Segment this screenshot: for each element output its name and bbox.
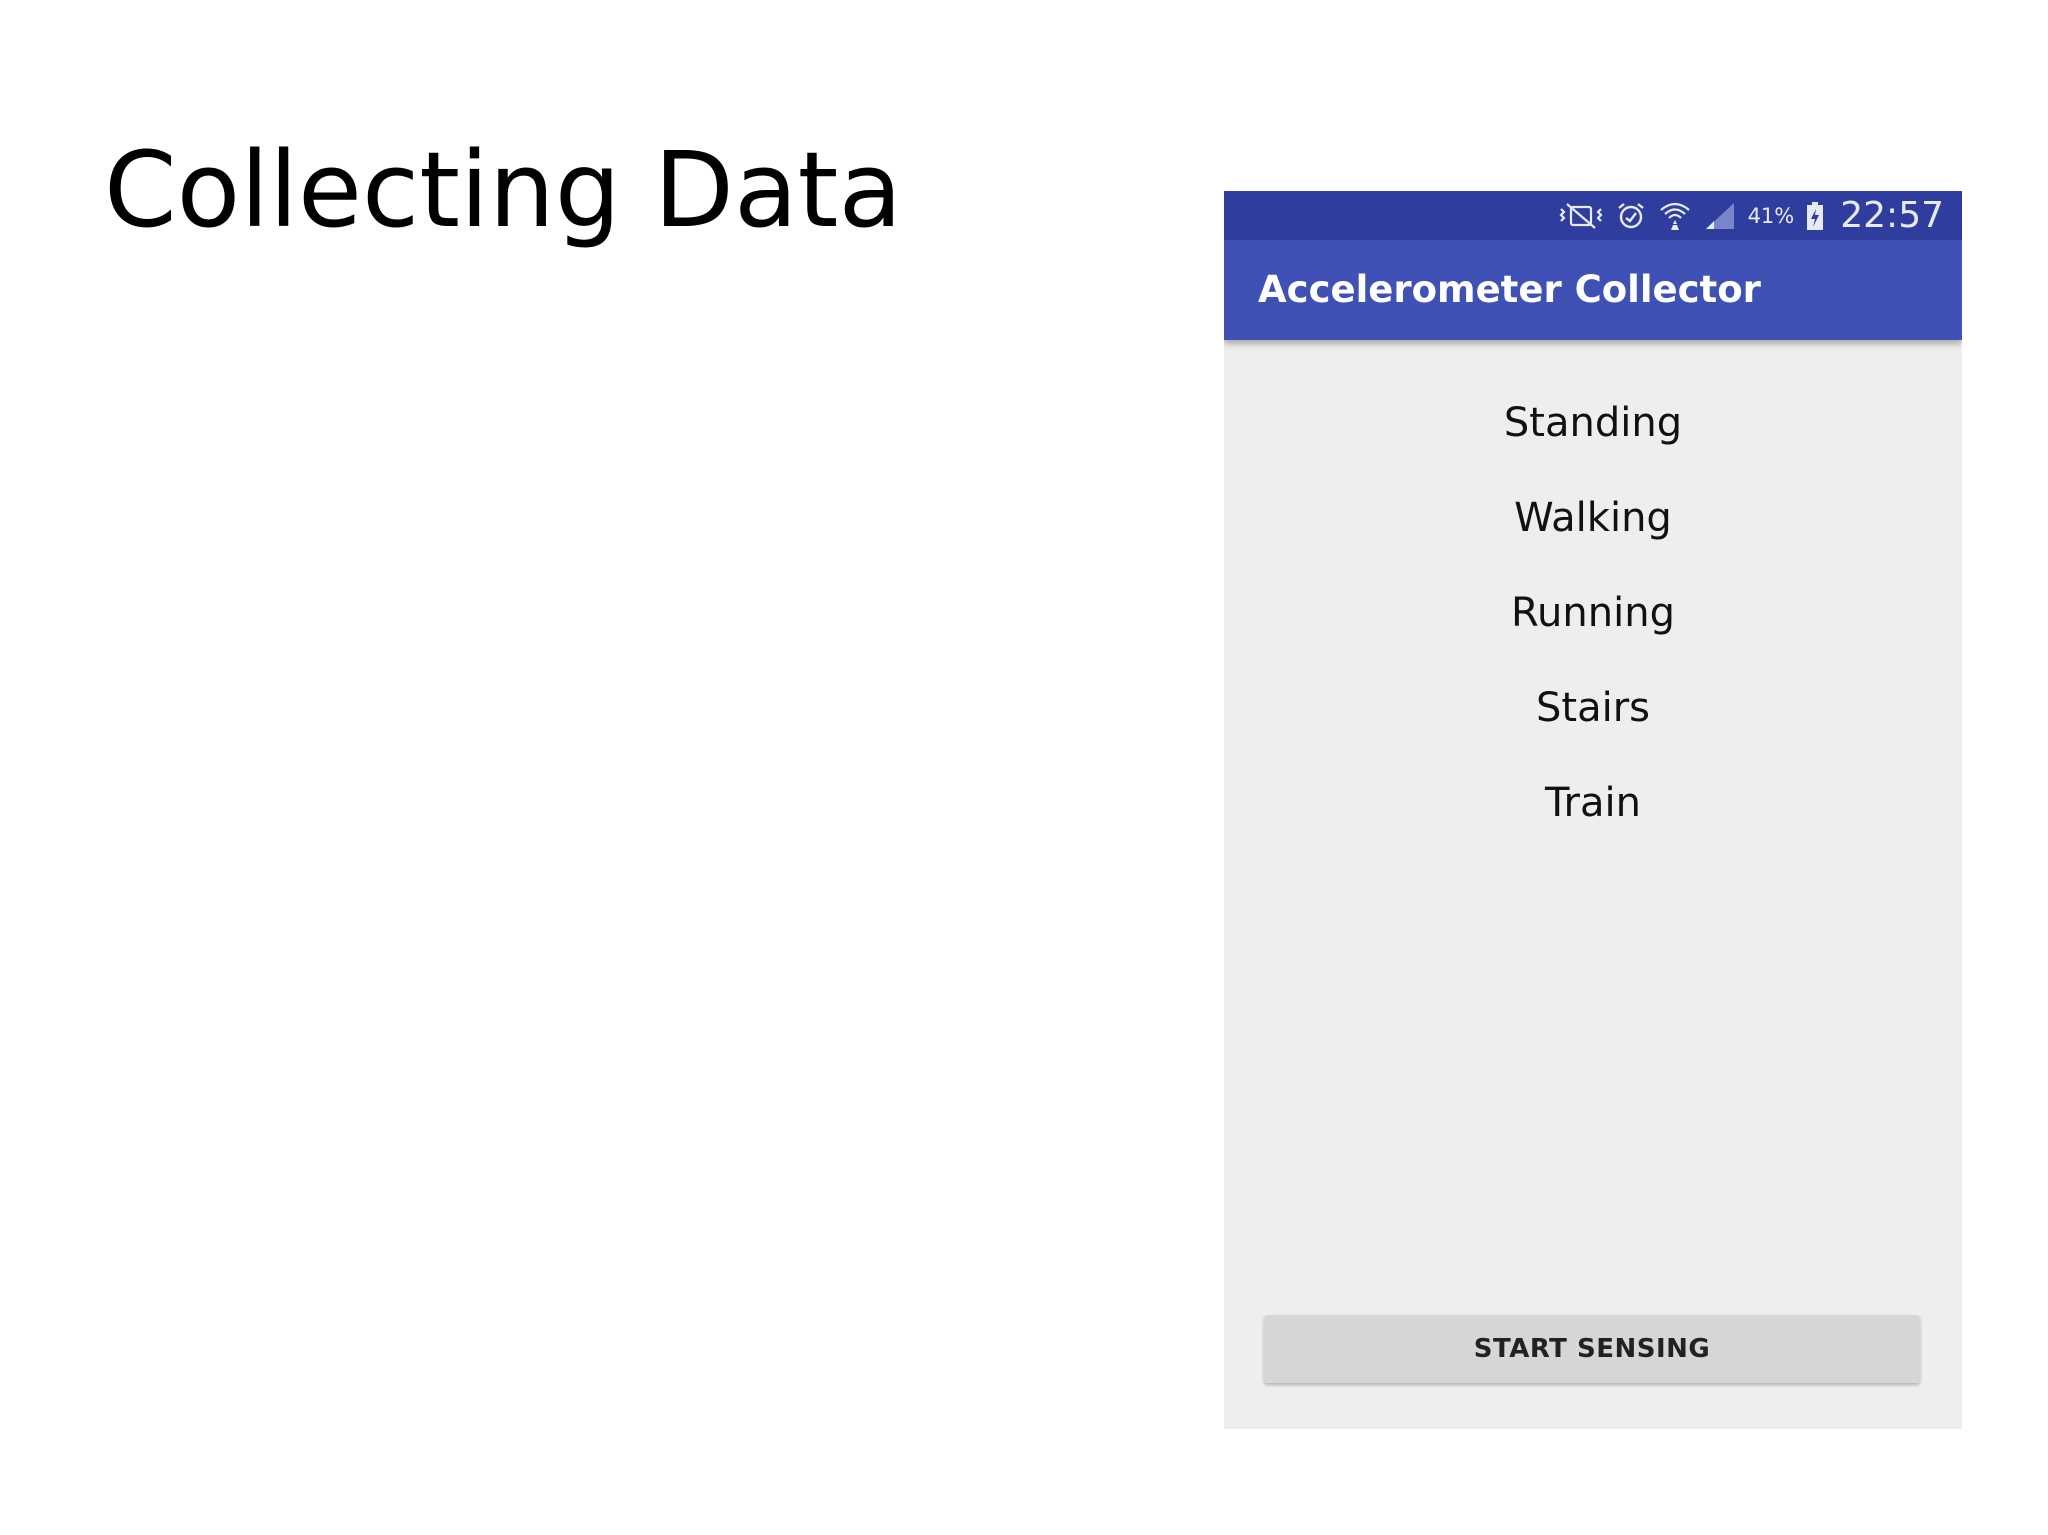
app-bar: Accelerometer Collector bbox=[1224, 240, 1962, 340]
activity-item-running[interactable]: Running bbox=[1224, 566, 1962, 661]
status-bar: 41% 22:57 bbox=[1224, 191, 1962, 240]
phone-screen: 41% 22:57 Accelerometer Collector Standi… bbox=[1224, 191, 1962, 1429]
clock: 22:57 bbox=[1840, 195, 1944, 236]
activity-item-standing[interactable]: Standing bbox=[1224, 376, 1962, 471]
vibrate-mute-icon bbox=[1558, 201, 1604, 231]
activity-list: Standing Walking Running Stairs Train bbox=[1224, 376, 1962, 851]
battery-percent: 41% bbox=[1747, 203, 1795, 228]
battery-charging-icon bbox=[1806, 201, 1824, 231]
slide: Collecting Data 41% 22:57 Accelerometer … bbox=[0, 0, 2048, 1535]
alarm-icon bbox=[1616, 201, 1646, 231]
activity-item-train[interactable]: Train bbox=[1224, 756, 1962, 851]
start-sensing-button[interactable]: START SENSING bbox=[1264, 1315, 1920, 1383]
activity-item-stairs[interactable]: Stairs bbox=[1224, 661, 1962, 756]
slide-title: Collecting Data bbox=[104, 129, 903, 251]
signal-icon bbox=[1704, 201, 1736, 231]
app-title: Accelerometer Collector bbox=[1258, 268, 1761, 311]
wifi-icon bbox=[1658, 200, 1692, 232]
activity-item-walking[interactable]: Walking bbox=[1224, 471, 1962, 566]
status-icons: 41% 22:57 bbox=[1558, 191, 1944, 240]
